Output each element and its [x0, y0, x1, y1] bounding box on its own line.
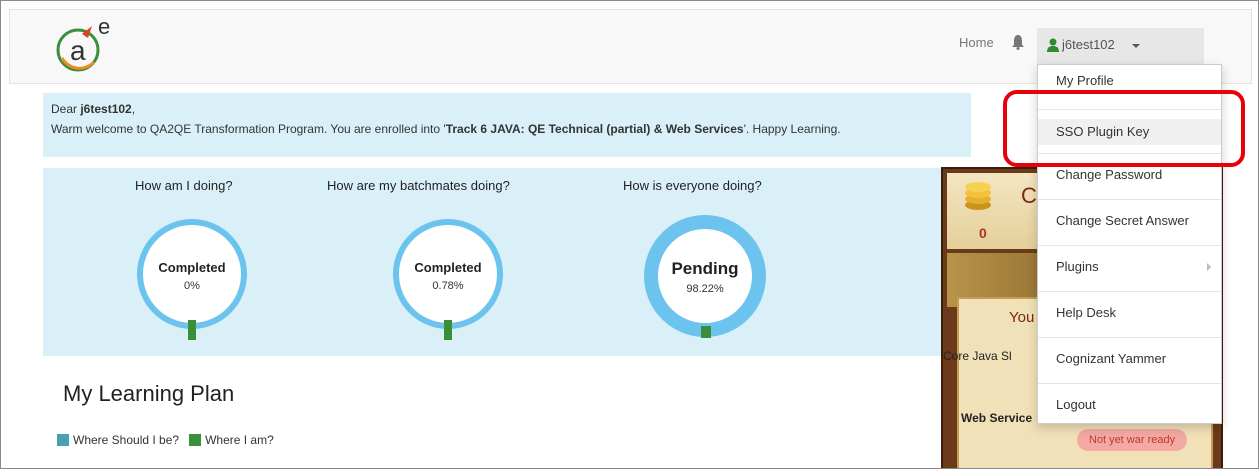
coins-icon — [965, 182, 991, 210]
welcome-greeting: Dear j6test102, — [51, 99, 963, 119]
menu-divider — [1038, 337, 1221, 338]
gauge-status: Pending — [671, 259, 738, 278]
track-name: Track 6 JAVA: QE Technical (partial) & W… — [445, 122, 744, 136]
stat-title-batch: How are my batchmates doing? — [327, 178, 510, 193]
gauge-value: 98.22% — [686, 283, 724, 295]
learning-plan-title: My Learning Plan — [63, 381, 235, 406]
highlight-annotation — [1003, 90, 1245, 167]
skill-row-core-java: Core Java Sl — [943, 349, 1012, 363]
game-you-label: You — [1009, 309, 1035, 326]
username-label: j6test102 — [1062, 37, 1115, 52]
legend-swatch-should — [57, 434, 69, 446]
skill-row-web-service: Web Service — [961, 411, 1033, 425]
legend-label-am: Where I am? — [205, 433, 274, 447]
greeting-prefix: Dear — [51, 102, 81, 116]
game-heading: C — [1021, 183, 1037, 208]
gauge-needle — [188, 320, 196, 340]
legend-label-should: Where Should I be? — [73, 433, 180, 447]
welcome-username: j6test102 — [80, 102, 132, 116]
user-icon — [1047, 38, 1059, 52]
gauge-batch: Completed 0.78% — [393, 219, 503, 340]
learning-plan-legend: Where Should I be? Where I am? — [57, 433, 284, 447]
gauge-everyone: Pending 98.22% — [644, 215, 766, 338]
stat-title-everyone: How is everyone doing? — [623, 178, 762, 193]
welcome-outro: '. Happy Learning. — [743, 122, 841, 136]
menu-item-plugins-label: Plugins — [1056, 259, 1099, 274]
welcome-intro: Warm welcome to QA2QE Transformation Pro… — [51, 122, 446, 136]
welcome-message: Warm welcome to QA2QE Transformation Pro… — [51, 119, 963, 139]
menu-divider — [1038, 291, 1221, 292]
war-ready-badge: Not yet war ready — [1077, 429, 1187, 451]
menu-divider — [1038, 383, 1221, 384]
home-link[interactable]: Home — [959, 35, 994, 50]
gauge-needle — [444, 320, 452, 340]
gauge-status: Completed — [158, 260, 225, 275]
menu-divider — [1038, 199, 1221, 200]
chevron-down-icon — [1132, 44, 1140, 48]
bell-icon[interactable] — [1011, 34, 1025, 50]
gauge-status: Completed — [414, 260, 481, 275]
legend-swatch-am — [189, 434, 202, 446]
menu-item-plugins[interactable]: Plugins — [1038, 257, 1221, 277]
gauge-value: 0% — [184, 280, 200, 292]
menu-item-help-desk[interactable]: Help Desk — [1038, 303, 1221, 323]
chevron-right-icon — [1207, 263, 1211, 271]
greeting-comma: , — [131, 102, 136, 116]
menu-item-change-password[interactable]: Change Password — [1038, 165, 1221, 185]
qa2qe-logo: a e — [56, 14, 110, 72]
menu-item-my-profile[interactable]: My Profile — [1038, 73, 1221, 91]
gauge-self: Completed 0% — [137, 219, 247, 340]
coin-count: 0 — [979, 225, 987, 241]
gauge-needle — [701, 326, 711, 338]
stat-title-self: How am I doing? — [135, 178, 233, 193]
menu-divider — [1038, 245, 1221, 246]
gauge-value: 0.78% — [432, 280, 463, 292]
screenshot-frame: a e Home j6test102 Dear j6test102, Warm … — [0, 0, 1259, 469]
menu-item-change-secret-answer[interactable]: Change Secret Answer — [1038, 211, 1221, 231]
menu-item-logout[interactable]: Logout — [1038, 395, 1221, 415]
menu-item-cognizant-yammer[interactable]: Cognizant Yammer — [1038, 349, 1221, 369]
svg-text:a: a — [70, 35, 86, 66]
progress-stats-panel: How am I doing? How are my batchmates do… — [43, 168, 971, 356]
welcome-banner: Dear j6test102, Warm welcome to QA2QE Tr… — [43, 93, 971, 157]
svg-text:e: e — [98, 14, 110, 39]
